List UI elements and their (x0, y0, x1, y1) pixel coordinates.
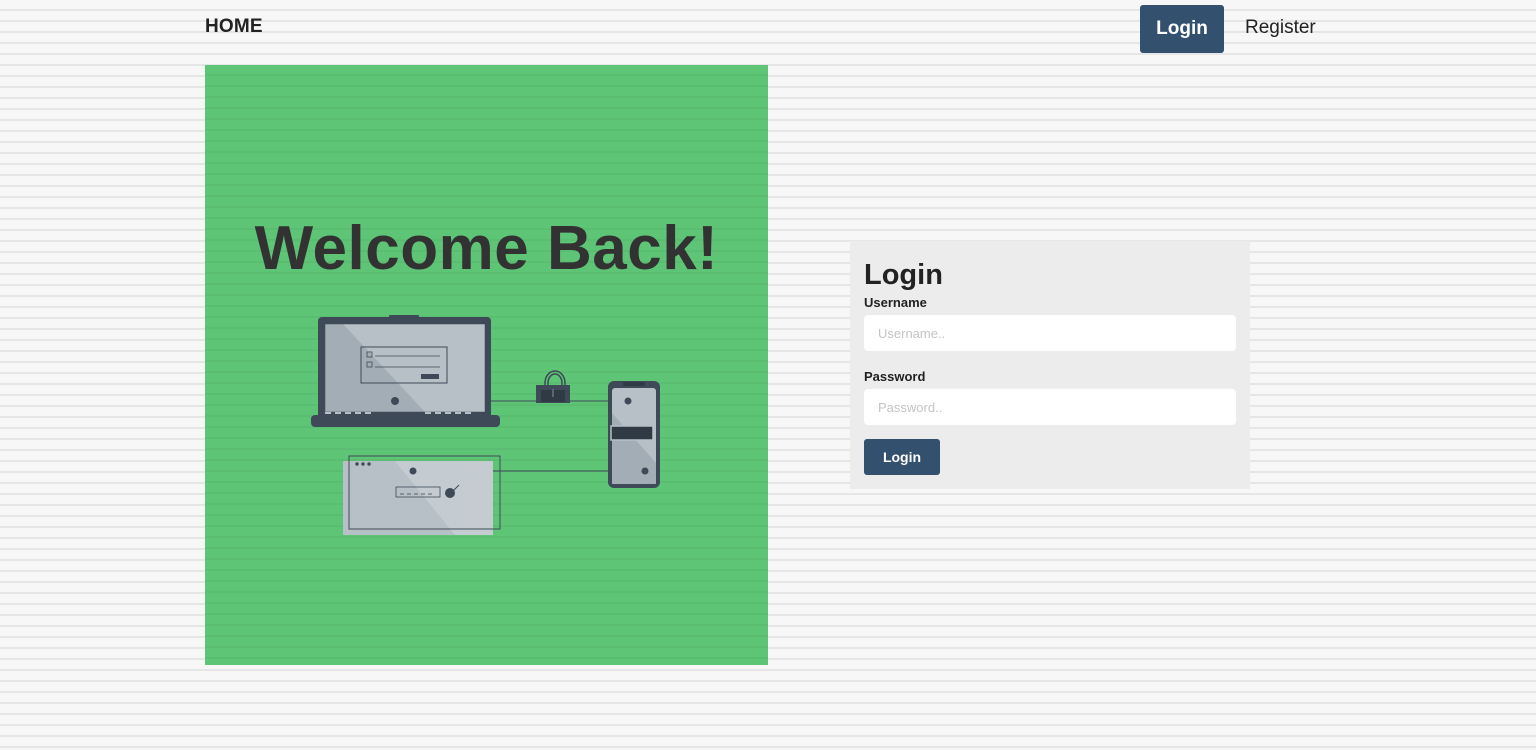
nav-login-button[interactable]: Login (1140, 5, 1224, 53)
welcome-hero-panel: Welcome Back! (205, 65, 768, 665)
hero-title: Welcome Back! (254, 214, 719, 283)
password-input[interactable] (864, 389, 1236, 425)
password-label: Password (864, 369, 926, 384)
nav-home-link[interactable]: HOME (205, 16, 263, 38)
username-input[interactable] (864, 315, 1236, 351)
nav-register-link[interactable]: Register (1245, 17, 1316, 39)
username-label: Username (864, 295, 927, 310)
devices-security-illustration-icon (311, 315, 660, 535)
login-submit-button[interactable]: Login (864, 439, 940, 475)
login-form-card: Login Username Password Login (850, 241, 1250, 489)
login-form-title: Login (864, 259, 943, 291)
